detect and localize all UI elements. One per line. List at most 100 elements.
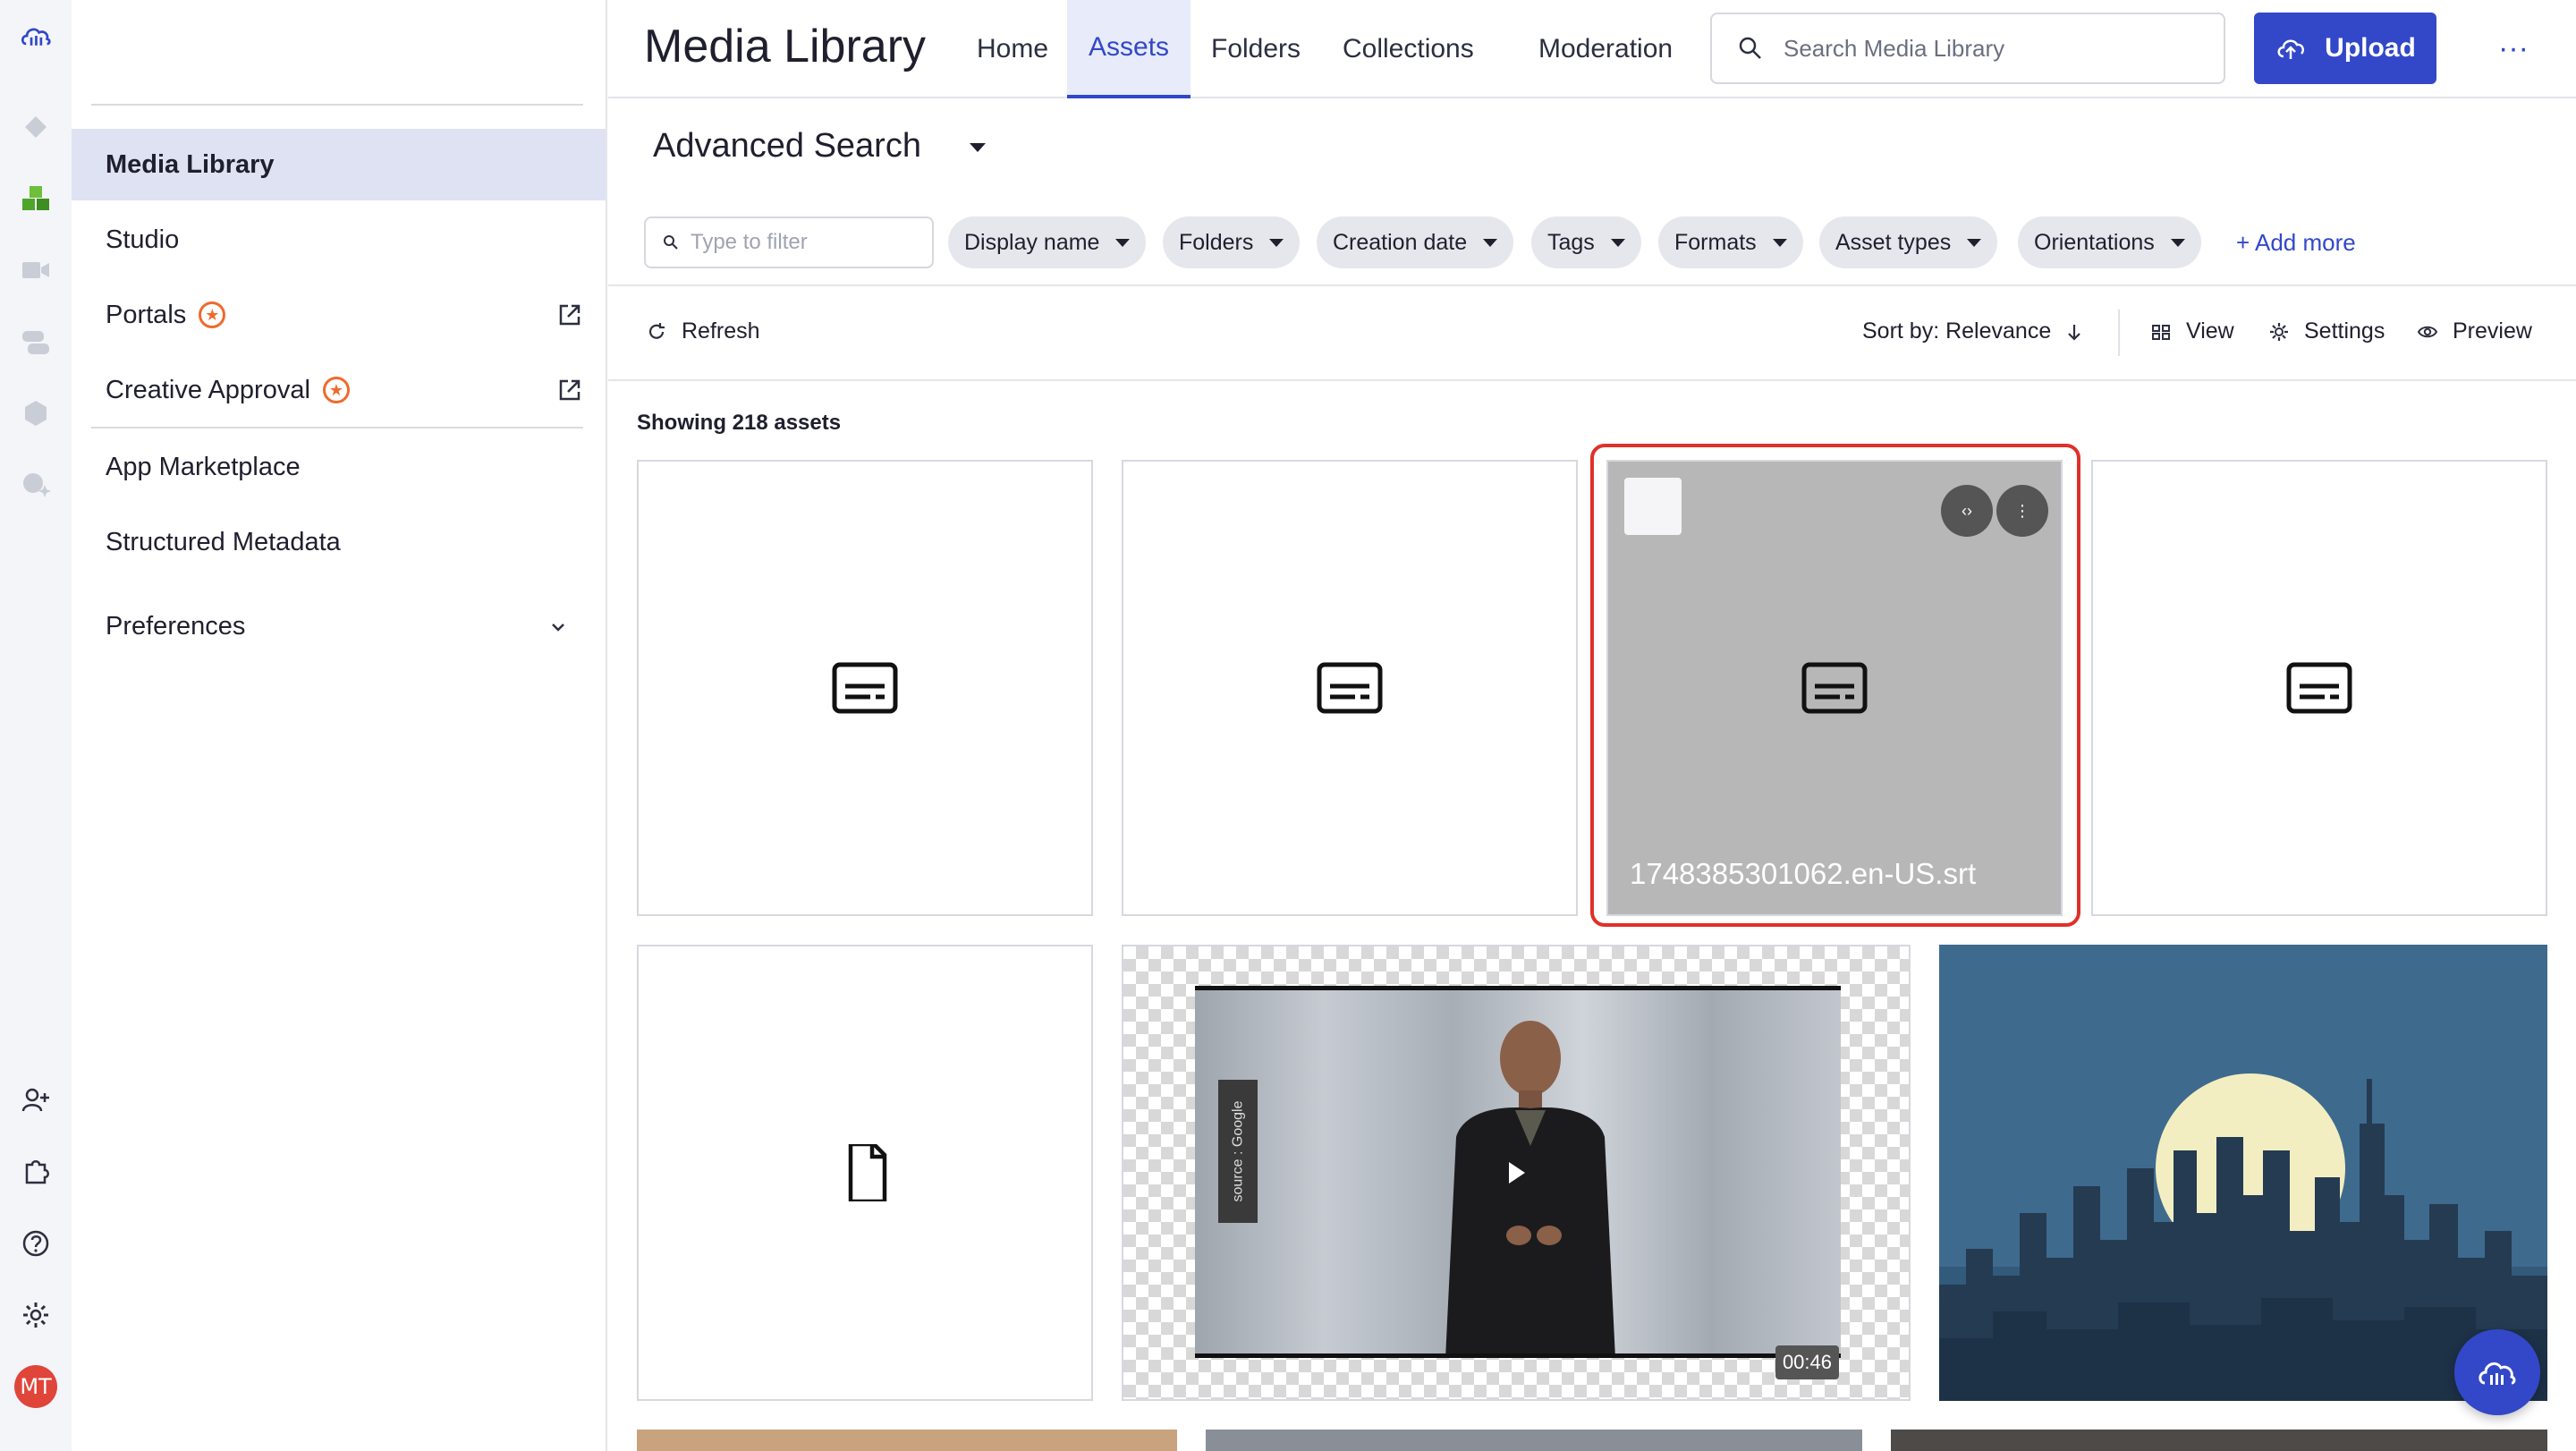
file-icon — [848, 1144, 887, 1201]
source-tag: source : Google — [1218, 1080, 1258, 1223]
sidebar-divider — [91, 104, 583, 106]
sparkle-chat-icon[interactable] — [14, 463, 57, 506]
view-label: View — [2186, 318, 2234, 344]
gear-icon — [2270, 322, 2288, 341]
chip-label: Folders — [1179, 229, 1254, 255]
asset-card[interactable] — [1122, 460, 1578, 916]
refresh-button[interactable]: Refresh — [646, 318, 760, 344]
source-tag-text: source : Google — [1230, 1100, 1246, 1202]
sidebar-item-label: Structured Metadata — [106, 527, 341, 556]
asset-card[interactable] — [1206, 1430, 1862, 1451]
gear-icon[interactable] — [14, 1294, 57, 1336]
filter-chip-formats[interactable]: Formats — [1658, 216, 1803, 268]
asset-card[interactable] — [637, 1430, 1177, 1451]
cloud-logo-icon — [2479, 1362, 2516, 1385]
video-icon[interactable] — [14, 249, 57, 292]
caret-down-icon — [1772, 238, 1787, 247]
caret-down-icon[interactable] — [970, 143, 986, 152]
tab-collections[interactable]: Collections — [1321, 0, 1496, 98]
filter-chip-display-name[interactable]: Display name — [948, 216, 1147, 268]
sidebar-item-structured-metadata[interactable]: Structured Metadata — [72, 506, 606, 578]
cloud-upload-icon — [2277, 39, 2305, 59]
sidebar-item-app-marketplace[interactable]: App Marketplace — [72, 431, 606, 503]
external-link-icon[interactable] — [555, 376, 584, 404]
sidebar-item-label: Portals — [106, 300, 187, 329]
settings-label: Settings — [2304, 318, 2385, 344]
settings-button[interactable]: Settings — [2268, 318, 2385, 344]
presenter-image — [1445, 1021, 1615, 1353]
sidebar-item-portals[interactable]: Portals ★ — [72, 279, 606, 351]
chip-label: Orientations — [2034, 229, 2155, 255]
tab-home[interactable]: Home — [955, 0, 1070, 98]
divider — [608, 284, 2576, 286]
cubes-icon[interactable] — [14, 177, 57, 220]
city-skyline-image — [1939, 945, 2547, 1401]
hexagon-icon[interactable] — [14, 392, 57, 435]
add-more-filters-button[interactable]: + Add more — [2236, 229, 2356, 257]
chip-label: Formats — [1674, 229, 1757, 255]
caret-down-icon — [1269, 238, 1284, 247]
subtitles-icon — [832, 662, 898, 714]
tab-folders[interactable]: Folders — [1190, 0, 1322, 98]
diamond-icon[interactable] — [14, 106, 57, 148]
sidebar-item-label: App Marketplace — [106, 452, 301, 481]
preview-button[interactable]: Preview — [2417, 318, 2532, 344]
arrow-down-icon — [2068, 324, 2080, 341]
asset-card[interactable] — [2091, 460, 2547, 916]
chip-label: Tags — [1547, 229, 1595, 255]
chip-label: Creation date — [1333, 229, 1468, 255]
top-bar: Media Library Home Assets Folders Collec… — [608, 0, 2576, 98]
asset-card-image[interactable] — [1939, 945, 2547, 1401]
filter-chip-asset-types[interactable]: Asset types — [1819, 216, 1998, 268]
sidebar-item-label: Preferences — [106, 611, 246, 641]
filter-chip-folders[interactable]: Folders — [1163, 216, 1301, 268]
sort-button[interactable]: Sort by: Relevance — [1862, 318, 2085, 344]
play-icon[interactable] — [1509, 1162, 1525, 1184]
advanced-search-title[interactable]: Advanced Search — [653, 127, 921, 165]
filter-chip-creation-date[interactable]: Creation date — [1317, 216, 1514, 268]
cloudinary-assistant-button[interactable] — [2454, 1329, 2540, 1415]
filter-input[interactable]: Type to filter — [644, 216, 934, 268]
caret-down-icon — [2170, 238, 2185, 247]
results-count: Showing 218 assets — [637, 411, 842, 435]
chat-icon[interactable] — [14, 320, 57, 363]
cloud-logo-icon[interactable] — [14, 14, 57, 57]
star-badge-icon: ★ — [199, 301, 226, 328]
upload-label: Upload — [2325, 33, 2416, 63]
search-placeholder: Search Media Library — [1784, 34, 2005, 62]
puzzle-icon[interactable] — [14, 1150, 57, 1193]
sidebar-item-label: Studio — [106, 225, 180, 254]
filter-chip-orientations[interactable]: Orientations — [2018, 216, 2201, 268]
more-options-button[interactable]: ··· — [2496, 30, 2531, 66]
asset-card[interactable] — [637, 945, 1093, 1401]
star-badge-icon: ★ — [322, 377, 350, 403]
sidebar-item-creative-approval[interactable]: Creative Approval ★ — [72, 354, 606, 426]
sidebar-item-label: Creative Approval — [106, 375, 310, 404]
asset-card-video[interactable]: source : Google 00:46 — [1122, 945, 1911, 1401]
sidebar: Media Library Studio Portals ★ Creative … — [72, 0, 607, 1451]
caret-down-icon — [1115, 238, 1131, 247]
asset-card[interactable] — [637, 460, 1093, 916]
search-icon — [1739, 37, 1761, 59]
chevron-down-icon — [552, 624, 564, 632]
view-button[interactable]: View — [2150, 318, 2234, 344]
search-input[interactable]: Search Media Library — [1710, 13, 2225, 84]
sort-label: Sort by: Relevance — [1862, 318, 2052, 344]
filter-placeholder: Type to filter — [691, 230, 808, 254]
upload-button[interactable]: Upload — [2254, 13, 2436, 84]
avatar[interactable]: MT — [14, 1365, 57, 1408]
page-title: Media Library — [644, 21, 927, 72]
sidebar-item-studio[interactable]: Studio — [72, 204, 606, 276]
icon-rail: MT — [0, 0, 72, 1451]
external-link-icon[interactable] — [555, 301, 584, 329]
chip-label: Asset types — [1835, 229, 1952, 255]
add-user-icon[interactable] — [14, 1079, 57, 1122]
sidebar-item-media-library[interactable]: Media Library — [72, 129, 606, 200]
sidebar-item-preferences[interactable]: Preferences — [72, 590, 606, 662]
sidebar-item-label: Media Library — [106, 149, 275, 179]
tab-moderation[interactable]: Moderation — [1517, 0, 1694, 98]
filter-chip-tags[interactable]: Tags — [1531, 216, 1641, 268]
help-icon[interactable] — [14, 1222, 57, 1265]
asset-card[interactable] — [1891, 1430, 2547, 1451]
tab-assets[interactable]: Assets — [1067, 0, 1191, 98]
